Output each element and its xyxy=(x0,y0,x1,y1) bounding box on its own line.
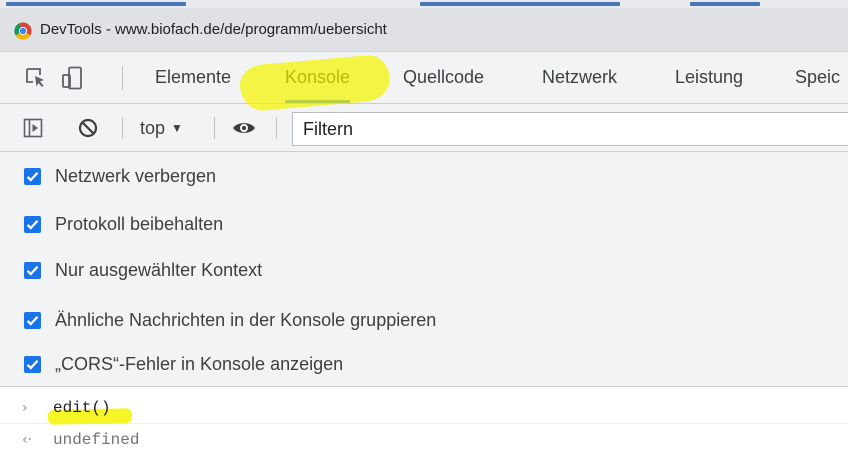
tab-quellcode[interactable]: Quellcode xyxy=(403,52,484,103)
inspect-element-button[interactable] xyxy=(24,66,48,90)
console-output-text: undefined xyxy=(53,431,140,449)
checkmark-icon xyxy=(26,315,39,326)
setting-group-similar[interactable]: Ähnliche Nachrichten in der Konsole grup… xyxy=(24,308,436,332)
setting-label: Nur ausgewählter Kontext xyxy=(55,259,263,280)
checkmark-icon xyxy=(26,265,39,276)
inspect-element-icon xyxy=(26,68,44,87)
context-select-value: top xyxy=(140,118,166,138)
clear-console-icon xyxy=(78,118,98,138)
setting-label: Ähnliche Nachrichten in der Konsole grup… xyxy=(55,309,437,330)
dropdown-arrow-icon: ▼ xyxy=(171,121,183,135)
console-settings-pane: Netzwerk verbergen Protokoll beibehalten… xyxy=(0,152,848,387)
devtools-tab-bar: Elemente Konsole Quellcode Netzwerk Leis… xyxy=(0,52,848,104)
live-expression-eye-icon xyxy=(233,123,255,133)
tab-konsole[interactable]: Konsole xyxy=(285,52,351,103)
window-title: DevTools - www.biofach.de/de/programm/ue… xyxy=(40,21,387,38)
show-sidebar-button[interactable] xyxy=(22,117,44,139)
console-output-line: ‹· undefined xyxy=(0,427,848,455)
toolbar-divider xyxy=(214,117,215,139)
sidebar-toggle-icon xyxy=(23,118,43,138)
setting-label: Netzwerk verbergen xyxy=(55,165,217,186)
input-prompt-icon: › xyxy=(22,400,28,416)
setting-show-cors-errors[interactable]: „CORS“-Fehler in Konsole anzeigen xyxy=(24,352,343,376)
tab-elemente[interactable]: Elemente xyxy=(155,52,231,103)
setting-label: Protokoll beibehalten xyxy=(55,213,224,234)
device-toolbar-icon xyxy=(62,66,82,90)
checkmark-icon xyxy=(26,359,39,370)
tab-strip-segment xyxy=(420,2,620,6)
setting-preserve-log[interactable]: Protokoll beibehalten xyxy=(24,212,223,236)
console-toolbar: top ▼ xyxy=(0,104,848,152)
checkmark-icon xyxy=(26,171,39,182)
window-titlebar: DevTools - www.biofach.de/de/programm/ue… xyxy=(0,8,848,52)
tab-strip-segment xyxy=(690,2,760,6)
console-input-line: › edit() xyxy=(0,395,848,425)
context-select[interactable]: top ▼ xyxy=(140,104,183,152)
chrome-logo-icon xyxy=(14,22,32,40)
toolbar-divider xyxy=(122,66,123,90)
toolbar-divider xyxy=(276,117,277,139)
console-output[interactable]: › edit() ‹· undefined xyxy=(0,387,848,454)
console-input-text: edit() xyxy=(53,399,111,417)
setting-checkbox[interactable] xyxy=(24,311,41,329)
tab-strip-segment xyxy=(6,2,186,6)
toolbar-divider xyxy=(122,117,123,139)
filter-input[interactable] xyxy=(292,112,848,146)
setting-hide-network[interactable]: Netzwerk verbergen xyxy=(24,164,216,188)
setting-selected-context-only[interactable]: Nur ausgewählter Kontext xyxy=(24,258,262,282)
setting-checkbox[interactable] xyxy=(24,215,41,233)
setting-checkbox[interactable] xyxy=(24,355,41,373)
browser-top-strip xyxy=(0,0,848,8)
clear-console-button[interactable] xyxy=(77,117,99,139)
tab-leistung[interactable]: Leistung xyxy=(675,52,743,103)
device-toolbar-button[interactable] xyxy=(60,65,84,91)
setting-label: „CORS“-Fehler in Konsole anzeigen xyxy=(55,353,344,374)
tab-speicher[interactable]: Speic xyxy=(795,52,840,103)
setting-checkbox[interactable] xyxy=(24,261,41,279)
live-expression-button[interactable] xyxy=(231,117,257,139)
setting-checkbox[interactable] xyxy=(24,167,41,185)
tab-netzwerk[interactable]: Netzwerk xyxy=(542,52,617,103)
checkmark-icon xyxy=(26,219,39,230)
output-return-icon: ‹· xyxy=(22,432,33,448)
